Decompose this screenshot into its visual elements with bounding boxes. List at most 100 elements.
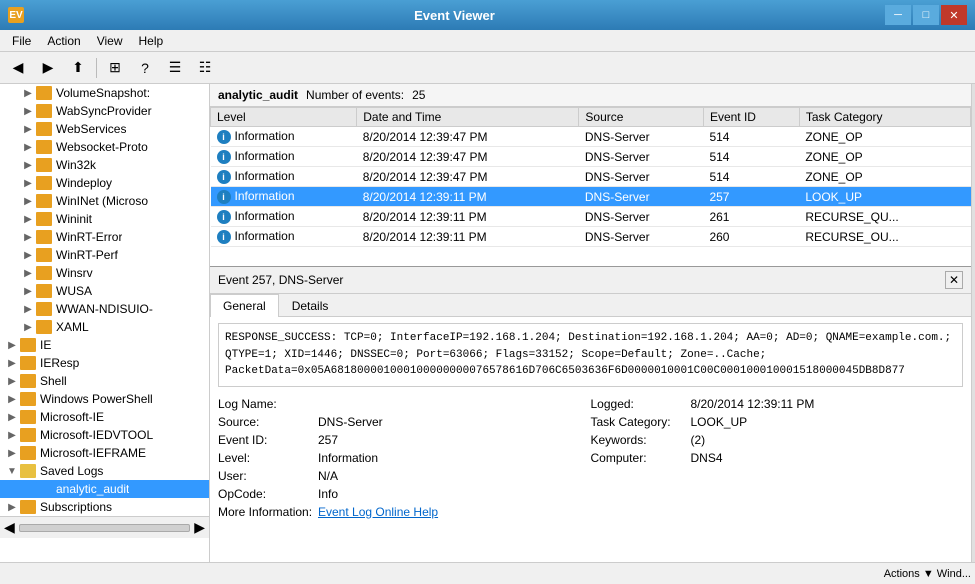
- value-level: Information: [318, 451, 378, 465]
- sidebar-item-WindowsPowerShell[interactable]: ▶Windows PowerShell: [0, 390, 209, 408]
- folder-icon-Winsrv: [36, 266, 52, 280]
- table-row[interactable]: iInformation8/20/2014 12:39:47 PMDNS-Ser…: [211, 127, 971, 147]
- toolbar-view1[interactable]: ☰: [161, 55, 189, 81]
- sidebar-item-WUSA[interactable]: ▶WUSA: [0, 282, 209, 300]
- table-row[interactable]: iInformation8/20/2014 12:39:47 PMDNS-Ser…: [211, 167, 971, 187]
- sidebar-item-XAML[interactable]: ▶XAML: [0, 318, 209, 336]
- table-row[interactable]: iInformation8/20/2014 12:39:11 PMDNS-Ser…: [211, 187, 971, 207]
- detail-row-logged: Logged: 8/20/2014 12:39:11 PM: [591, 397, 964, 411]
- folder-icon-Win32k: [36, 158, 52, 172]
- toolbar-view2[interactable]: ☷: [191, 55, 219, 81]
- toolbar-forward[interactable]: ▶: [34, 55, 62, 81]
- toolbar-help[interactable]: ?: [131, 55, 159, 81]
- moreinfo-link[interactable]: Event Log Online Help: [318, 505, 438, 519]
- sidebar-item-IE[interactable]: ▶IE: [0, 336, 209, 354]
- sidebar-item-WinRT-Error[interactable]: ▶WinRT-Error: [0, 228, 209, 246]
- cell-eventId: 514: [703, 167, 799, 187]
- folder-icon-analytic_audit: [36, 482, 52, 496]
- sidebar-item-SavedLogs[interactable]: ▼Saved Logs: [0, 462, 209, 480]
- sidebar-item-WinINet[interactable]: ▶WinINet (Microso: [0, 192, 209, 210]
- value-eventid: 257: [318, 433, 338, 447]
- log-name: analytic_audit: [218, 88, 298, 102]
- event-detail-close-button[interactable]: ✕: [945, 271, 963, 289]
- detail-row-computer: Computer: DNS4: [591, 451, 964, 465]
- menu-file[interactable]: File: [4, 32, 39, 50]
- menu-action[interactable]: Action: [39, 32, 88, 50]
- cell-level: iInformation: [211, 147, 357, 167]
- menu-help[interactable]: Help: [131, 32, 172, 50]
- value-logged: 8/20/2014 12:39:11 PM: [691, 397, 815, 411]
- tab-details[interactable]: Details: [279, 294, 342, 317]
- sidebar-item-MicrosoftIEFRAME[interactable]: ▶ Microsoft-IEFRAME: [0, 444, 209, 462]
- table-row[interactable]: iInformation8/20/2014 12:39:11 PMDNS-Ser…: [211, 207, 971, 227]
- tree-arrow-IEResp: ▶: [4, 358, 20, 369]
- sidebar-item-MicrosoftIE[interactable]: ▶Microsoft-IE: [0, 408, 209, 426]
- sidebar-label-Winsrv: Winsrv: [56, 266, 93, 280]
- cell-category: ZONE_OP: [799, 147, 970, 167]
- col-source: Source: [579, 108, 704, 127]
- toolbar-back[interactable]: ◀: [4, 55, 32, 81]
- sidebar-item-Shell[interactable]: ▶Shell: [0, 372, 209, 390]
- sidebar-item-VolumeSnapshot[interactable]: ▶VolumeSnapshot:: [0, 84, 209, 102]
- cell-datetime: 8/20/2014 12:39:47 PM: [357, 127, 579, 147]
- folder-icon-WebServices: [36, 122, 52, 136]
- cell-level: iInformation: [211, 187, 357, 207]
- sidebar-label-WabSyncProvider: WabSyncProvider: [56, 104, 152, 118]
- tree-arrow-WWAN: ▶: [20, 304, 36, 315]
- value-opcode: Info: [318, 487, 338, 501]
- sidebar-label-XAML: XAML: [56, 320, 89, 334]
- label-eventid: Event ID:: [218, 433, 318, 447]
- app-icon: EV: [8, 7, 24, 23]
- detail-row-opcode: OpCode: Info: [218, 487, 591, 501]
- table-row[interactable]: iInformation8/20/2014 12:39:11 PMDNS-Ser…: [211, 227, 971, 247]
- tab-general[interactable]: General: [210, 294, 279, 317]
- sidebar-item-IEResp[interactable]: ▶IEResp: [0, 354, 209, 372]
- sidebar-item-analytic_audit[interactable]: analytic_audit: [0, 480, 209, 498]
- menu-view[interactable]: View: [89, 32, 131, 50]
- sidebar-item-Winsrv[interactable]: ▶Winsrv: [0, 264, 209, 282]
- sidebar-item-Win32k[interactable]: ▶Win32k: [0, 156, 209, 174]
- table-row[interactable]: iInformation8/20/2014 12:39:47 PMDNS-Ser…: [211, 147, 971, 167]
- sidebar-item-WinRT-Perf[interactable]: ▶WinRT-Perf: [0, 246, 209, 264]
- sidebar-label-WUSA: WUSA: [56, 284, 92, 298]
- bottom-bar: Actions ▼ Wind...: [0, 562, 975, 584]
- close-button[interactable]: ✕: [941, 5, 967, 25]
- toolbar-show-hide[interactable]: ⊞: [101, 55, 129, 81]
- cell-level: iInformation: [211, 127, 357, 147]
- info-icon: i: [217, 130, 231, 144]
- folder-icon-IEResp: [20, 356, 36, 370]
- minimize-button[interactable]: ─: [885, 5, 911, 25]
- event-detail-panel: Event 257, DNS-Server ✕ General Details …: [210, 267, 971, 562]
- sidebar-label-WWAN: WWAN-NDISUIO-: [56, 302, 153, 316]
- sidebar-label-WinRT-Error: WinRT-Error: [56, 230, 122, 244]
- value-keywords: (2): [691, 433, 706, 447]
- sidebar-item-Windeploy[interactable]: ▶Windeploy: [0, 174, 209, 192]
- events-table: Level Date and Time Source Event ID Task…: [210, 107, 971, 247]
- sidebar-label-WinINet: WinINet (Microso: [56, 194, 148, 208]
- sidebar-item-WWAN[interactable]: ▶ WWAN-NDISUIO-: [0, 300, 209, 318]
- toolbar-up[interactable]: ⬆: [64, 55, 92, 81]
- toolbar-separator-1: [96, 58, 97, 78]
- value-taskcategory: LOOK_UP: [691, 415, 748, 429]
- cell-category: RECURSE_QU...: [799, 207, 970, 227]
- sidebar-item-Wininit[interactable]: ▶Wininit: [0, 210, 209, 228]
- sidebar-item-MicrosoftIEDVTOOL[interactable]: ▶Microsoft-IEDVTOOL: [0, 426, 209, 444]
- cell-datetime: 8/20/2014 12:39:11 PM: [357, 207, 579, 227]
- tree-arrow-MicrosoftIEFRAME: ▶: [4, 448, 20, 459]
- sidebar-item-WabSyncProvider[interactable]: ▶WabSyncProvider: [0, 102, 209, 120]
- content-area: analytic_audit Number of events: 25 Leve…: [210, 84, 971, 562]
- folder-icon-XAML: [36, 320, 52, 334]
- label-moreinfo: More Information:: [218, 505, 318, 519]
- cell-category: ZONE_OP: [799, 167, 970, 187]
- sidebar-label-MicrosoftIEFRAME: Microsoft-IEFRAME: [40, 446, 146, 460]
- sidebar-scroll-left[interactable]: ◀: [4, 519, 15, 536]
- maximize-button[interactable]: □: [913, 5, 939, 25]
- sidebar-item-Subscriptions[interactable]: ▶Subscriptions: [0, 498, 209, 516]
- sidebar-label-Shell: Shell: [40, 374, 67, 388]
- sidebar-item-WebServices[interactable]: ▶WebServices: [0, 120, 209, 138]
- folder-icon-Shell: [20, 374, 36, 388]
- sidebar-scroll-right[interactable]: ▶: [194, 519, 205, 536]
- sidebar-item-Websocket-Proto[interactable]: ▶Websocket-Proto: [0, 138, 209, 156]
- info-icon: i: [217, 150, 231, 164]
- folder-icon-WindowsPowerShell: [20, 392, 36, 406]
